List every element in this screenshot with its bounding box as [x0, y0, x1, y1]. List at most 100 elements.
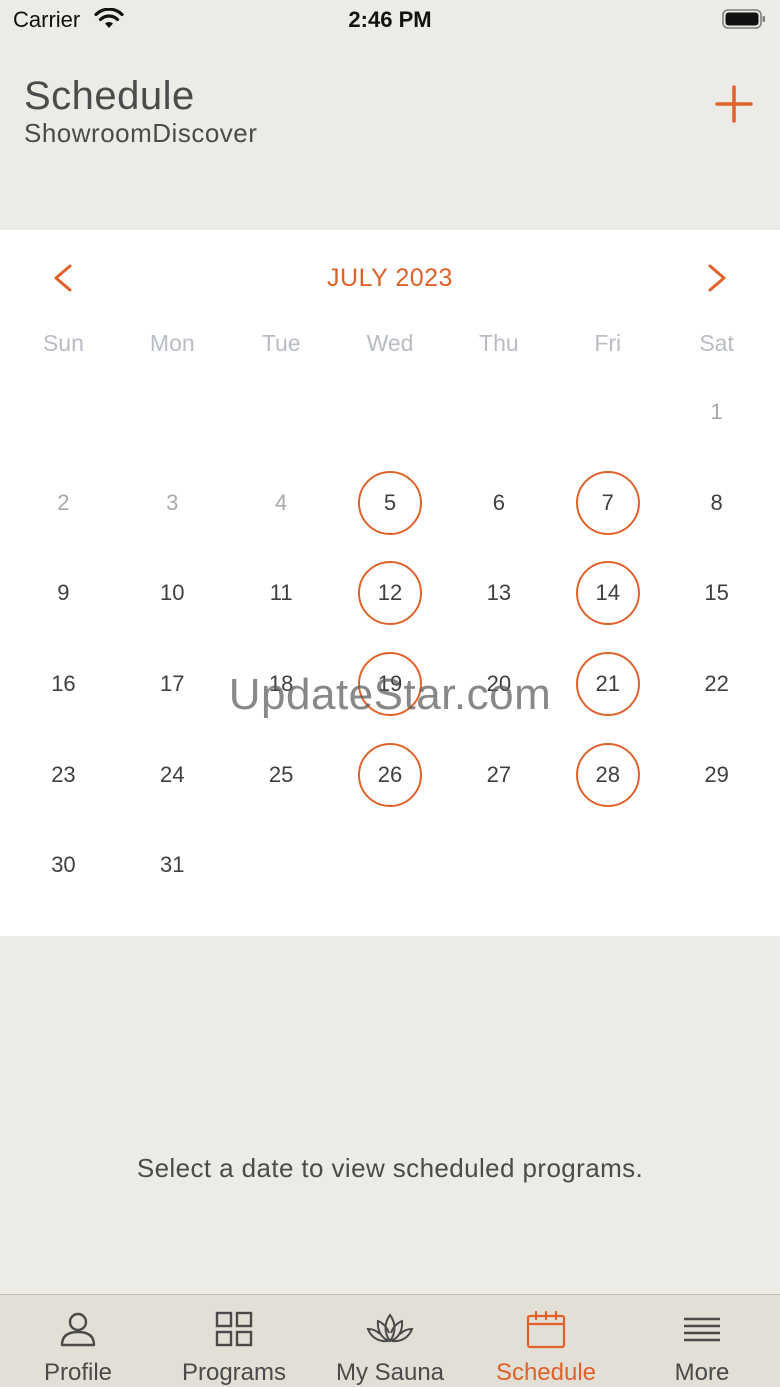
day-number: 1: [710, 399, 723, 425]
calendar-day-scheduled[interactable]: 19: [336, 639, 445, 730]
day-number: 30: [51, 852, 76, 878]
tab-label: More: [674, 1359, 730, 1386]
calendar-empty-cell: [336, 820, 445, 911]
calendar-day[interactable]: 1: [662, 367, 771, 458]
calendar-empty-cell: [118, 367, 227, 458]
calendar-empty-cell: [444, 820, 553, 911]
day-number: 2: [57, 489, 70, 515]
calendar-day[interactable]: 11: [227, 548, 336, 639]
calendar-day[interactable]: 16: [9, 639, 118, 730]
weekday-label: Tue: [261, 330, 301, 356]
day-number: 16: [51, 671, 76, 697]
day-number: 3: [166, 489, 179, 515]
tab-my-sauna[interactable]: My Sauna: [312, 1295, 468, 1387]
clock-label: 2:46 PM: [348, 7, 432, 32]
calendar-day[interactable]: 24: [118, 729, 227, 820]
person-icon: [60, 1312, 96, 1347]
calendar-day[interactable]: 2: [9, 458, 118, 549]
tab-bar: Profile Programs My Sauna Schedule More: [0, 1294, 780, 1387]
calendar-day[interactable]: 8: [662, 458, 771, 549]
tab-label: Profile: [43, 1359, 113, 1386]
calendar-day[interactable]: 9: [9, 548, 118, 639]
day-number: 9: [57, 580, 70, 606]
day-number: 12: [377, 580, 403, 606]
day-number: 22: [704, 671, 729, 697]
tab-schedule[interactable]: Schedule: [468, 1295, 624, 1387]
tab-profile[interactable]: Profile: [0, 1295, 156, 1387]
calendar-empty-cell: [662, 820, 771, 911]
weekday-header: Sun Mon Tue Wed Thu Fri Sat: [9, 330, 771, 357]
day-number: 21: [595, 671, 620, 697]
day-number: 27: [486, 761, 512, 787]
calendar-day[interactable]: 27: [444, 729, 553, 820]
day-number: 4: [275, 489, 288, 515]
calendar-day[interactable]: 4: [227, 458, 336, 549]
weekday-label: Wed: [366, 330, 414, 356]
day-number: 20: [486, 671, 512, 697]
calendar-day[interactable]: 20: [444, 639, 553, 730]
calendar-day[interactable]: 31: [118, 820, 227, 911]
day-number: 18: [268, 671, 294, 697]
empty-state-message: Select a date to view scheduled programs…: [136, 1153, 644, 1183]
day-number: 29: [704, 761, 729, 787]
status-bar: Carrier 2:46 PM: [0, 0, 780, 40]
day-number: 15: [704, 580, 729, 606]
calendar-empty-cell: [336, 367, 445, 458]
weekday-label: Sun: [42, 330, 84, 356]
calendar-empty-cell: [227, 367, 336, 458]
calendar-empty-cell: [553, 820, 662, 911]
calendar-day-scheduled[interactable]: 12: [336, 548, 445, 639]
weekday-label: Thu: [479, 330, 519, 356]
lotus-icon: [366, 1313, 414, 1343]
calendar-day-grid: 1 2 3 4 5 6 7 8 9 10 11 12 13 14 15 16 17 18 19 20 21 22 23 24 2…: [9, 367, 771, 911]
grid-icon: [215, 1311, 253, 1347]
page-title: Schedule: [24, 74, 195, 118]
calendar-day[interactable]: 15: [662, 548, 771, 639]
tab-label: Programs: [181, 1359, 287, 1386]
calendar-day-scheduled[interactable]: 28: [553, 729, 662, 820]
tab-programs[interactable]: Programs: [156, 1295, 312, 1387]
calendar-day-scheduled[interactable]: 14: [553, 548, 662, 639]
tab-more[interactable]: More: [624, 1295, 780, 1387]
tab-label: Schedule: [495, 1359, 597, 1386]
day-number: 25: [268, 761, 294, 787]
calendar-day[interactable]: 18: [227, 639, 336, 730]
calendar-month-label: JULY 2023: [327, 264, 453, 292]
calendar-empty-cell: [9, 367, 118, 458]
battery-icon: [722, 9, 765, 29]
calendar-day-scheduled[interactable]: 5: [336, 458, 445, 549]
day-number: 10: [160, 580, 185, 606]
weekday-label: Mon: [149, 330, 195, 356]
menu-icon: [684, 1317, 720, 1342]
page-subtitle: ShowroomDiscover: [24, 118, 258, 148]
calendar-day[interactable]: 6: [444, 458, 553, 549]
calendar-day[interactable]: 30: [9, 820, 118, 911]
calendar-day-scheduled[interactable]: 7: [553, 458, 662, 549]
calendar-empty-cell: [444, 367, 553, 458]
calendar-icon: [526, 1311, 566, 1349]
day-number: 17: [160, 671, 185, 697]
tab-label: My Sauna: [335, 1359, 445, 1386]
day-number: 13: [486, 580, 512, 606]
add-schedule-button[interactable]: [714, 84, 754, 124]
calendar-day[interactable]: 3: [118, 458, 227, 549]
page-header: Schedule ShowroomDiscover: [0, 40, 780, 230]
calendar-day[interactable]: 17: [118, 639, 227, 730]
day-number: 23: [51, 761, 76, 787]
calendar-day[interactable]: 25: [227, 729, 336, 820]
day-number: 19: [377, 671, 403, 697]
calendar-day[interactable]: 23: [9, 729, 118, 820]
calendar-day[interactable]: 13: [444, 548, 553, 639]
calendar: JULY 2023 Sun Mon Tue Wed Thu Fri Sat 12…: [0, 230, 780, 936]
weekday-label: Fri: [594, 330, 622, 356]
calendar-day[interactable]: 10: [118, 548, 227, 639]
day-number: 8: [710, 489, 723, 515]
calendar-empty-cell: [553, 367, 662, 458]
calendar-day[interactable]: 22: [662, 639, 771, 730]
next-month-button[interactable]: [702, 260, 732, 296]
day-number: 6: [492, 489, 505, 515]
day-number: 7: [601, 489, 614, 515]
calendar-day-scheduled[interactable]: 26: [336, 729, 445, 820]
calendar-day-scheduled[interactable]: 21: [553, 639, 662, 730]
calendar-day[interactable]: 29: [662, 729, 771, 820]
